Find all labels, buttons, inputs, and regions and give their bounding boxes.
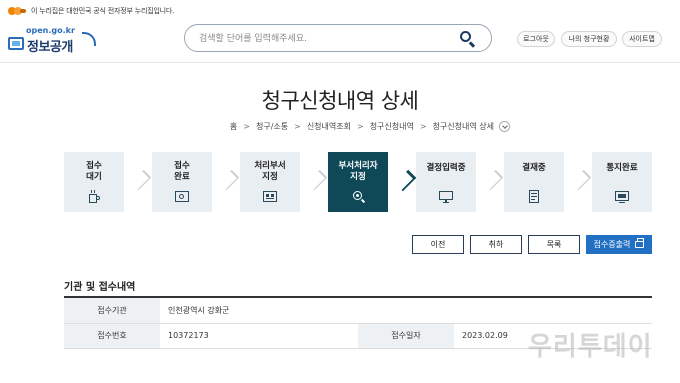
search-icon[interactable]: [459, 30, 477, 48]
logo-folder-icon: [8, 37, 24, 50]
breadcrumb-current: 청구신청내역 상세: [432, 122, 494, 131]
chevron-right-active-icon: [396, 168, 408, 196]
chevron-right-icon: [484, 168, 496, 196]
step-label: 접수: [174, 161, 190, 171]
breadcrumb-request-list[interactable]: 청구신청내역: [370, 121, 414, 132]
chevron-right-icon: [132, 168, 144, 196]
sitemap-button[interactable]: 사이트맵: [622, 31, 662, 47]
breadcrumb: 홈 > 청구/소통 > 신청내역조회 > 청구신청내역 > 청구신청내역 상세: [0, 121, 680, 132]
header-divider: [0, 62, 680, 63]
step-approval: 결재중: [504, 152, 564, 212]
step-handler-assigned: 부서처리자 지정: [328, 152, 388, 212]
watermark-logo: 우리투데이: [528, 332, 653, 362]
receipt-date-label: 접수일자: [358, 323, 454, 349]
chevron-down-icon[interactable]: [499, 121, 510, 132]
step-label: 부서처리자: [338, 161, 378, 171]
process-steps: 접수 대기 접수 완료 처리부서 지정 부서처리자 지정 결정입력중 결재중 통…: [64, 152, 652, 212]
gov-notice-text: 이 누리집은 대한민국 공식 전자정부 누리집입니다.: [31, 7, 175, 15]
agency-label: 접수기관: [64, 298, 160, 324]
org-chart-icon: [263, 190, 277, 204]
step-label: 결정입력중: [426, 163, 466, 173]
receipt-no-value: 10372173: [160, 323, 358, 349]
logo-signal-icon: [82, 32, 96, 46]
section-title: 기관 및 접수내역: [64, 282, 136, 293]
list-button[interactable]: 목록: [528, 235, 580, 254]
step-label: 접수: [86, 161, 102, 171]
chevron-right-icon: [308, 168, 320, 196]
printer-icon: [635, 238, 645, 248]
chevron-right-icon: [572, 168, 584, 196]
breadcrumb-home[interactable]: 홈: [230, 121, 237, 132]
notice-screen-icon: [615, 190, 629, 204]
logo-url: open.go.kr: [26, 26, 75, 35]
step-dept-assigned: 처리부서 지정: [240, 152, 300, 212]
breadcrumb-request-lookup[interactable]: 신청내역조회: [307, 121, 351, 132]
site-logo[interactable]: open.go.kr 정보공개: [8, 26, 98, 56]
search-box: [184, 24, 492, 52]
document-icon: [527, 190, 541, 204]
logo-name: 정보공개: [27, 40, 73, 55]
step-label: 통지완료: [606, 163, 638, 173]
step-label: 결재중: [522, 163, 546, 173]
step-notice-complete: 통지완료: [592, 152, 652, 212]
print-receipt-button[interactable]: 접수증출력: [586, 235, 652, 254]
monitor-icon: [439, 190, 453, 204]
table-row: 접수기관 인천광역시 강화군: [64, 298, 652, 324]
receipt-no-label: 접수번호: [64, 323, 160, 349]
breadcrumb-request-comm[interactable]: 청구/소통: [256, 121, 288, 132]
step-label: 완료: [174, 172, 190, 182]
site-header: open.go.kr 정보공개 로그아웃 나의 청구현황 사이트맵: [0, 22, 680, 60]
person-search-icon: [351, 190, 366, 204]
step-receipt-complete: 접수 완료: [152, 152, 212, 212]
step-label: 대기: [86, 172, 102, 182]
print-receipt-label: 접수증출력: [593, 240, 631, 249]
prev-button[interactable]: 이전: [412, 235, 464, 254]
step-receipt-waiting: 접수 대기: [64, 152, 124, 212]
my-requests-button[interactable]: 나의 청구현황: [561, 31, 617, 47]
step-label: 지정: [262, 172, 278, 182]
gov-notice-bar: 이 누리집은 대한민국 공식 전자정부 누리집입니다.: [0, 0, 680, 22]
page-title: 청구신청내역 상세: [261, 89, 419, 113]
mug-icon: [87, 190, 101, 204]
step-label: 지정: [350, 172, 366, 182]
chevron-right-icon: [220, 168, 232, 196]
withdraw-button[interactable]: 취하: [470, 235, 522, 254]
step-decision-entry: 결정입력중: [416, 152, 476, 212]
step-label: 처리부서: [254, 161, 286, 171]
agency-value: 인천광역시 강화군: [160, 298, 652, 324]
search-input[interactable]: [199, 31, 449, 47]
logout-button[interactable]: 로그아웃: [517, 31, 555, 47]
gov-emblem-icon: [8, 6, 28, 16]
registered-screen-icon: [175, 190, 189, 204]
